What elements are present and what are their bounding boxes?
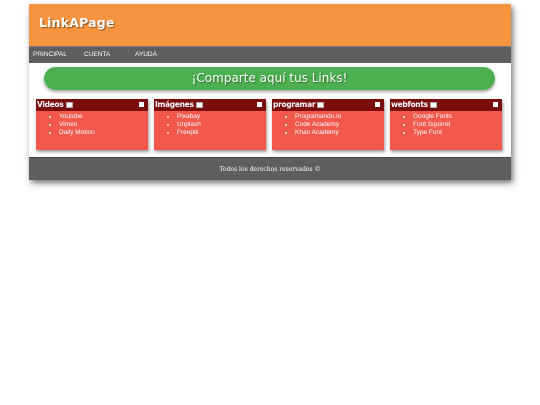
card-imagenes: Imágenes Pixabay Unplash Freepik [154,99,266,150]
link-list: Pixabay Unplash Freepik [154,113,201,138]
broken-image-icon [429,102,437,108]
link-list: Programando.io Code Academy Khan Academy [272,113,341,138]
list-item: Programando.io [295,113,341,121]
card-title-text: Imágenes [155,100,194,109]
link-unplash[interactable]: Unplash [177,121,201,128]
card-title: Videos [37,100,73,109]
broken-image-icon [317,102,325,108]
card-header: Imágenes [154,99,266,111]
list-item: Font Squirrel [413,121,452,129]
link-dailymotion[interactable]: Daily Motion [59,129,95,136]
list-item: Youtube [59,113,95,121]
list-item: Khan Academy [295,129,341,137]
list-item: Google Fonts [413,113,452,121]
list-item: Unplash [177,121,201,129]
list-item: Daily Motion [59,129,95,137]
close-icon[interactable] [139,102,144,107]
main-nav: PRINCIPAL CUENTA AYUDA [29,46,511,63]
card-webfonts: webfonts Google Fonts Font Squirrel Type… [390,99,502,150]
link-pixabay[interactable]: Pixabay [177,113,200,120]
card-header: webfonts [390,99,502,111]
broken-image-icon [195,102,203,108]
link-list: Youtube Vimeo Daily Motion [36,113,95,138]
site-footer: Todos los derechos reservados © [29,157,511,180]
close-icon[interactable] [375,102,380,107]
banner: ¡Comparte aquí tus Links! [44,67,495,90]
card-title-text: webfonts [391,100,428,109]
site-logo[interactable]: LinkAPage [39,15,115,30]
broken-image-icon [65,102,73,108]
nav-item-principal[interactable]: PRINCIPAL [33,51,67,58]
banner-text: ¡Comparte aquí tus Links! [191,71,348,85]
list-item: Code Academy [295,121,341,129]
nav-item-ayuda[interactable]: AYUDA [135,51,157,58]
link-khan-academy[interactable]: Khan Academy [295,129,339,136]
card-header: programar [272,99,384,111]
nav-item-cuenta[interactable]: CUENTA [84,51,110,58]
link-code-academy[interactable]: Code Academy [295,121,339,128]
link-type-font[interactable]: Type Font [413,129,442,136]
page-container: LinkAPage PRINCIPAL CUENTA AYUDA ¡Compar… [29,4,511,180]
card-programar: programar Programando.io Code Academy Kh… [272,99,384,150]
card-title-text: programar [273,100,316,109]
link-font-squirrel[interactable]: Font Squirrel [413,121,450,128]
close-icon[interactable] [493,102,498,107]
card-title: Imágenes [155,100,203,109]
link-freepik[interactable]: Freepik [177,129,199,136]
list-item: Pixabay [177,113,201,121]
site-header: LinkAPage [29,4,511,46]
card-title-text: Videos [37,100,64,109]
link-google-fonts[interactable]: Google Fonts [413,113,452,120]
list-item: Freepik [177,129,201,137]
card-title: programar [273,100,325,109]
link-list: Google Fonts Font Squirrel Type Font [390,113,452,138]
list-item: Vimeo [59,121,95,129]
card-header: Videos [36,99,148,111]
card-videos: Videos Youtube Vimeo Daily Motion [36,99,148,150]
link-youtube[interactable]: Youtube [59,113,83,120]
card-title: webfonts [391,100,437,109]
footer-text: Todos los derechos reservados © [219,166,321,173]
close-icon[interactable] [257,102,262,107]
link-vimeo[interactable]: Vimeo [59,121,77,128]
link-programando[interactable]: Programando.io [295,113,341,120]
list-item: Type Font [413,129,452,137]
